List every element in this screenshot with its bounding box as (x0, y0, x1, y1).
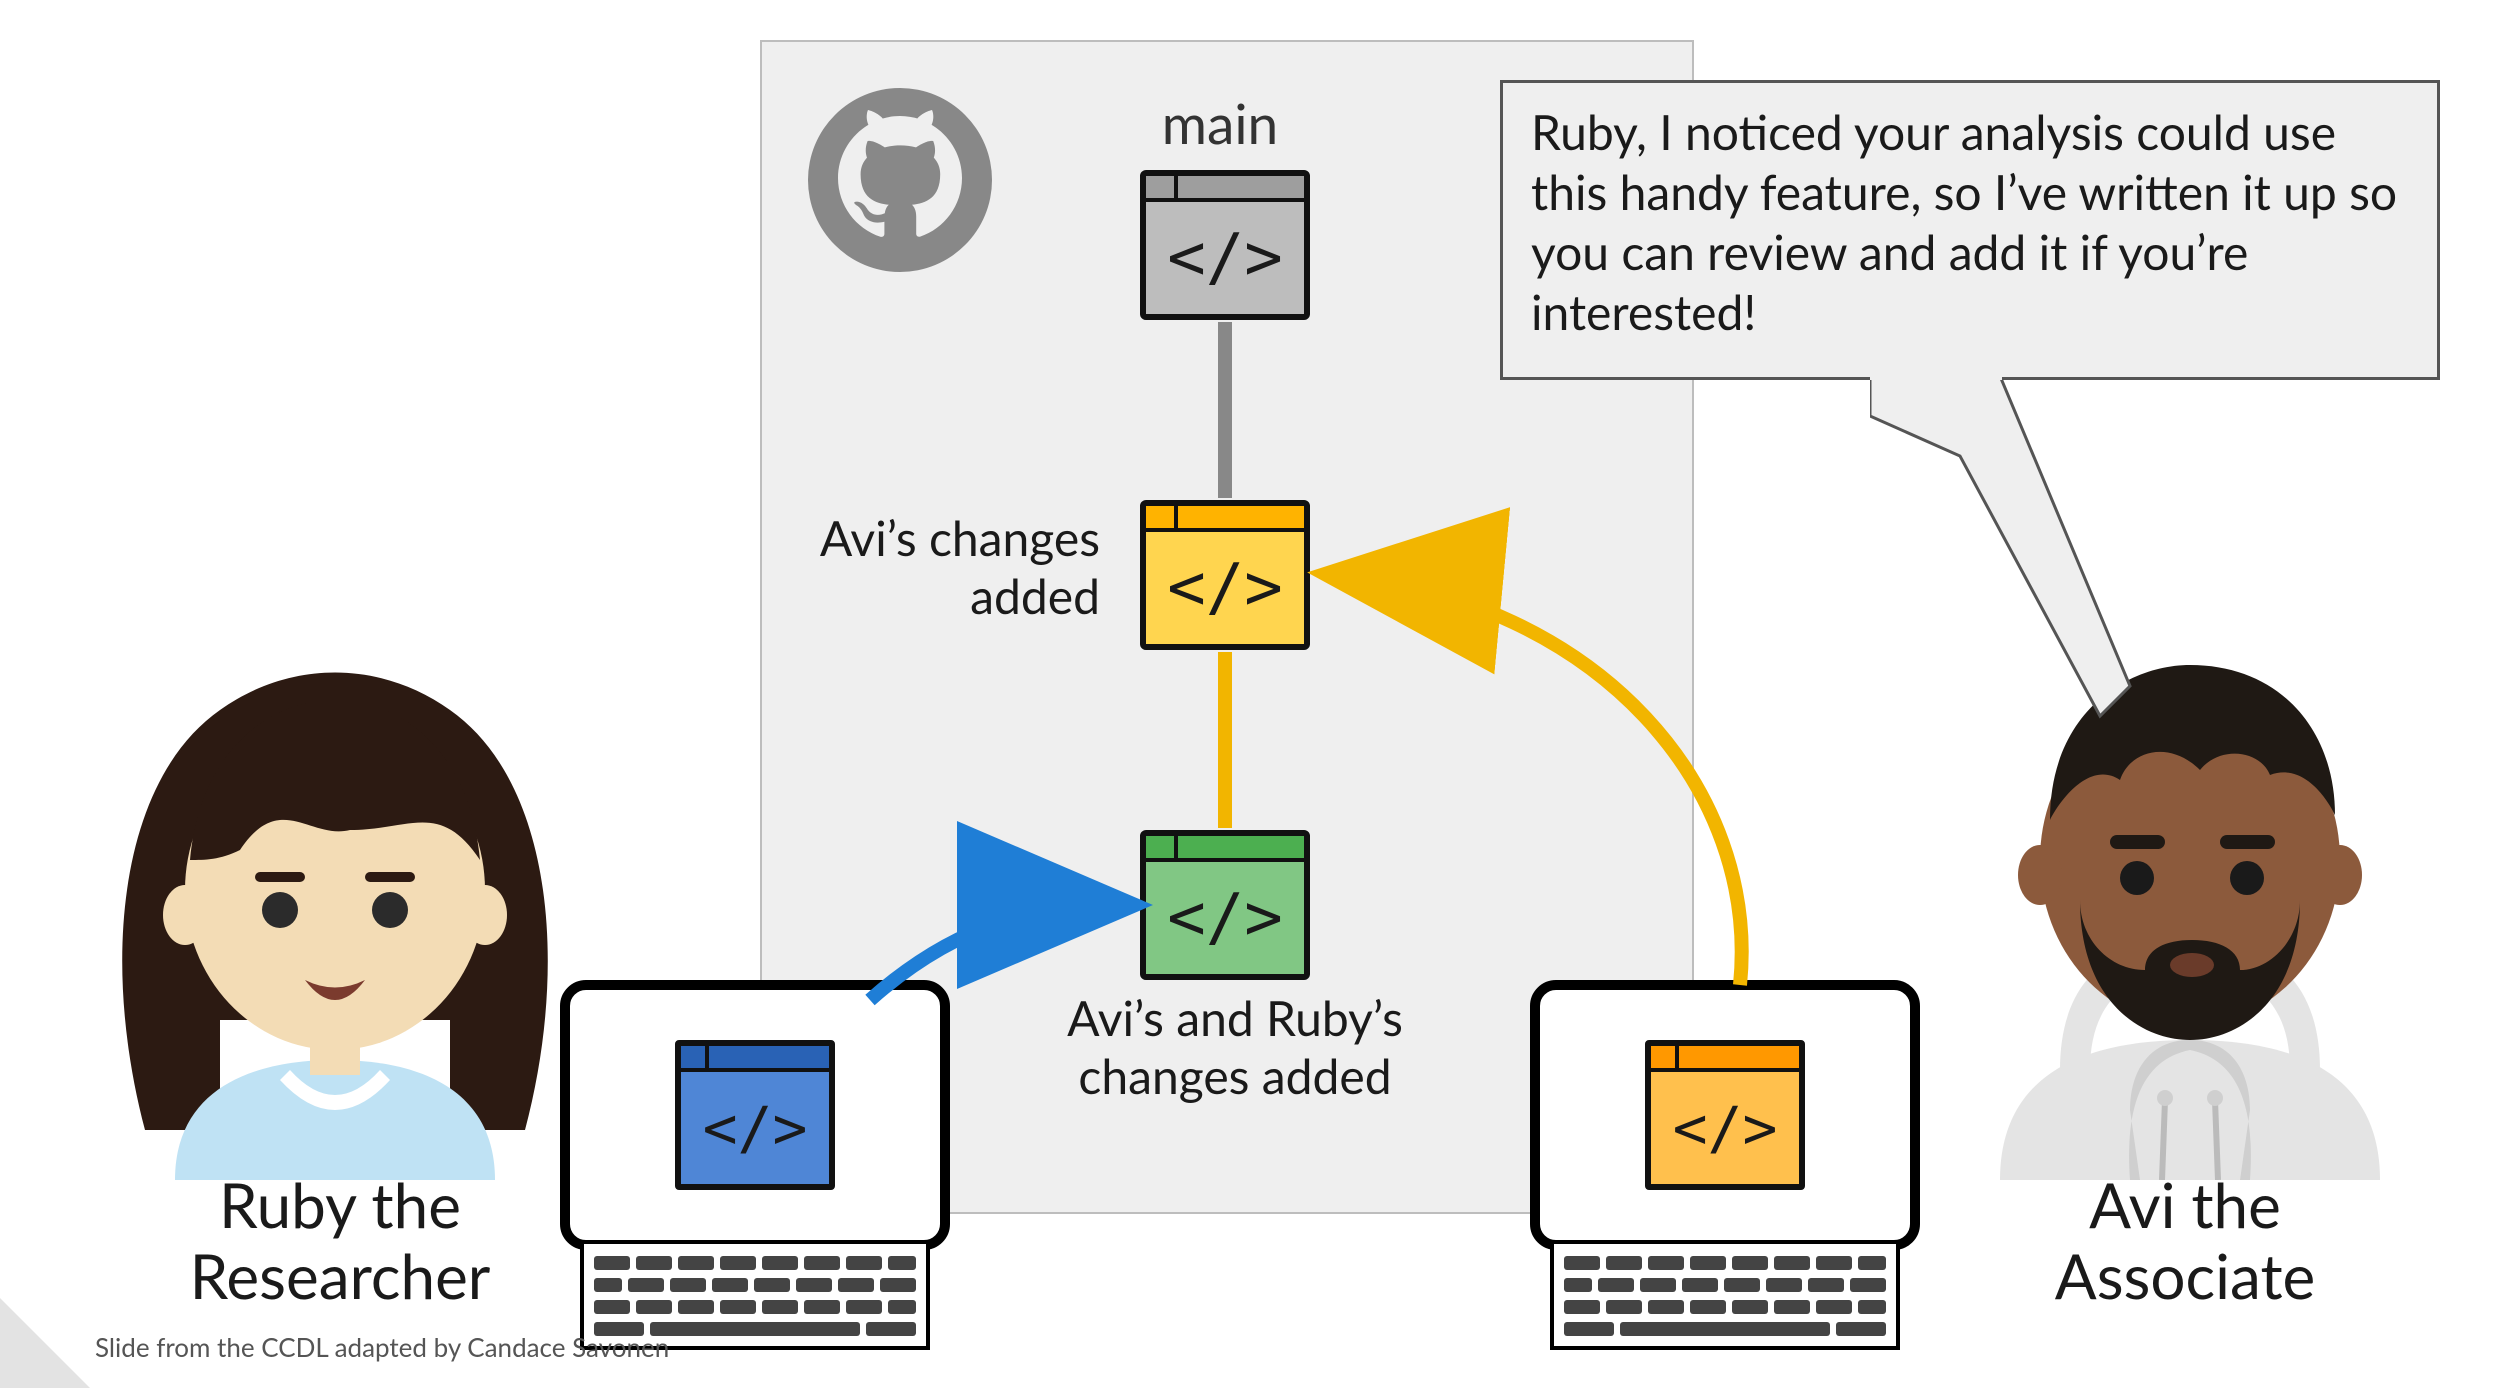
avi-caption: Avi the Associate (2010, 1170, 2360, 1313)
slide-attribution: Slide from the CCDL adapted by Candace S… (95, 1331, 669, 1363)
label-both-changes: Avi’s and Ruby’s changes added (1040, 990, 1430, 1105)
github-icon (800, 80, 1000, 280)
speech-bubble-tail-icon (1870, 376, 2170, 776)
speech-bubble: Ruby, I noticed your analysis could use … (1500, 80, 2440, 380)
commit-main-icon: </> (1140, 170, 1310, 320)
label-avi-changes: Avi’s changes added (780, 510, 1100, 625)
commit-avi-icon: </> (1140, 500, 1310, 650)
ruby-local-code-icon: </> (675, 1040, 835, 1190)
avi-local-code-icon: </> (1645, 1040, 1805, 1190)
main-branch-label: main (1070, 90, 1370, 156)
commit-both-icon: </> (1140, 830, 1310, 980)
ruby-laptop-icon: </> (560, 980, 950, 1360)
avi-laptop-icon: </> (1530, 980, 1920, 1360)
slide: main </> </> </> Avi’s changes added Avi… (0, 0, 2500, 1388)
corner-fold-icon (0, 1298, 90, 1388)
ruby-caption: Ruby the Researcher (130, 1170, 550, 1313)
ruby-avatar (90, 660, 580, 1180)
